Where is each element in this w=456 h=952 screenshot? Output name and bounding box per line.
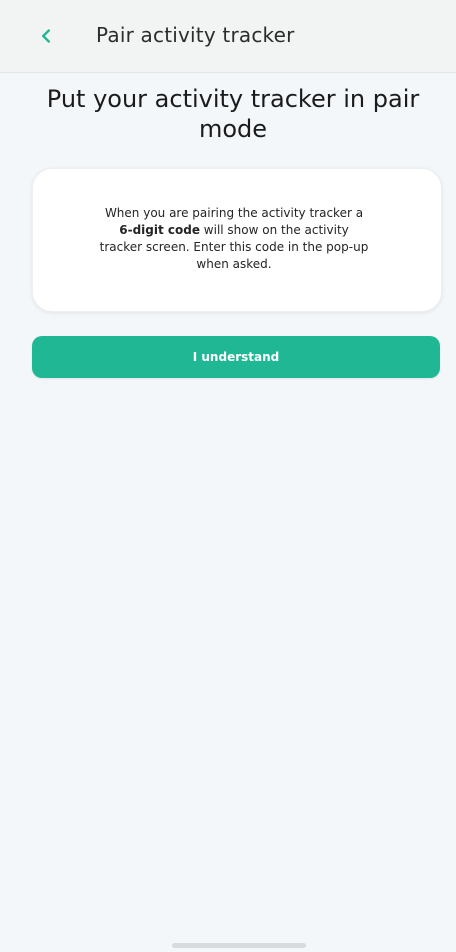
chevron-left-icon: [42, 29, 50, 43]
pairing-code-emphasis: 6-digit code: [119, 223, 200, 237]
i-understand-button[interactable]: I understand: [32, 336, 440, 378]
top-app-bar: Pair activity tracker: [0, 0, 456, 73]
app-screen: Pair activity tracker Put your activity …: [0, 0, 456, 952]
home-indicator: [172, 943, 306, 948]
pair-mode-headline: Put your activity tracker in pair mode: [46, 85, 420, 143]
i-understand-button-label: I understand: [192, 350, 280, 364]
back-button[interactable]: [28, 18, 64, 54]
pairing-info-card: When you are pairing the activity tracke…: [32, 168, 442, 312]
pairing-info-text-before: When you are pairing the activity tracke…: [104, 206, 364, 220]
page-title: Pair activity tracker: [96, 23, 295, 47]
pairing-info-text: When you are pairing the activity tracke…: [97, 205, 371, 273]
